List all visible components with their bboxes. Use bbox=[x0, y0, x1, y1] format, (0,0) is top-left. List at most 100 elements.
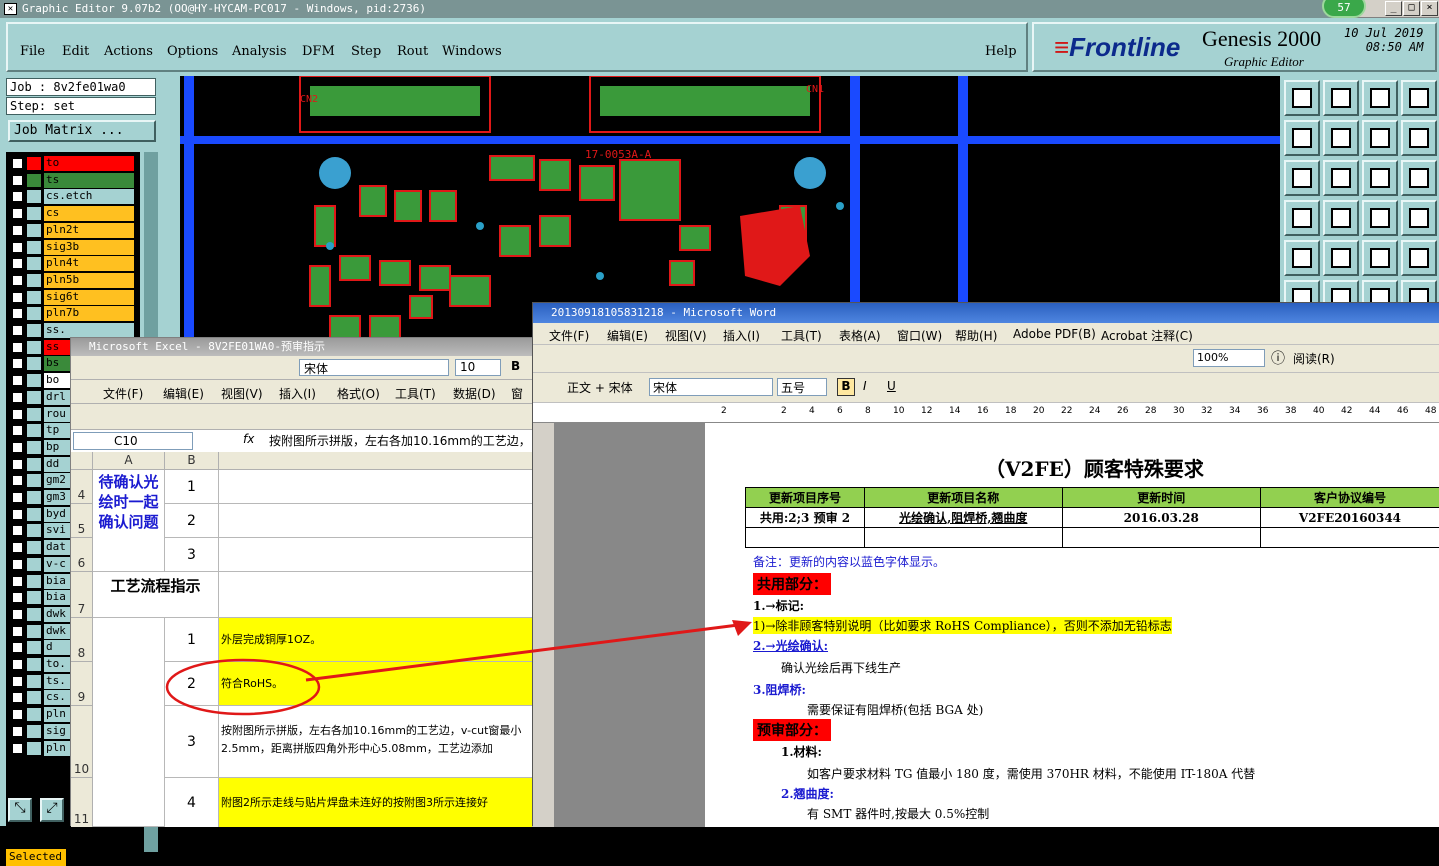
menu-windows[interactable]: Windows bbox=[442, 44, 502, 59]
layer-row[interactable]: cs bbox=[10, 206, 134, 222]
word-menu-file[interactable]: 文件(F) bbox=[549, 327, 589, 344]
word-menu-window[interactable]: 窗口(W) bbox=[897, 327, 942, 344]
name-box[interactable]: C10 bbox=[73, 432, 193, 450]
bold-button[interactable]: B bbox=[837, 378, 855, 396]
cell-b[interactable]: 4 bbox=[165, 778, 219, 827]
tool-button-icon[interactable] bbox=[1362, 80, 1398, 116]
layer-name[interactable]: pln7b bbox=[44, 306, 134, 322]
layer-checkbox[interactable] bbox=[12, 475, 23, 487]
excel-menu-edit[interactable]: 编辑(E) bbox=[163, 385, 204, 402]
layer-row[interactable]: sig3b bbox=[10, 239, 134, 255]
cell-c[interactable] bbox=[219, 538, 533, 572]
merged-cell-a-empty[interactable] bbox=[93, 618, 165, 827]
layer-checkbox[interactable] bbox=[12, 291, 23, 303]
layer-checkbox[interactable] bbox=[12, 158, 23, 169]
layer-name[interactable]: ts bbox=[44, 172, 134, 188]
merged-cell-a-pending[interactable]: 待确认光绘时一起确认问题 bbox=[93, 470, 165, 572]
layer-name[interactable]: pln2t bbox=[44, 222, 134, 238]
excel-menu-view[interactable]: 视图(V) bbox=[221, 385, 263, 402]
col-header-b[interactable]: B bbox=[165, 452, 219, 470]
reading-mode-button[interactable]: 阅读(R) bbox=[1293, 350, 1335, 367]
menu-rout[interactable]: Rout bbox=[397, 44, 428, 59]
excel-menu-insert[interactable]: 插入(I) bbox=[279, 385, 316, 402]
tool-button-icon[interactable] bbox=[1284, 120, 1320, 156]
row-header[interactable]: 11 bbox=[71, 778, 93, 827]
layer-name[interactable]: to bbox=[44, 156, 134, 171]
excel-font-select[interactable]: 宋体 bbox=[299, 359, 449, 376]
menu-step[interactable]: Step bbox=[351, 44, 381, 59]
tool-button-icon[interactable] bbox=[1362, 160, 1398, 196]
layer-checkbox[interactable] bbox=[12, 492, 23, 503]
close-button[interactable]: × bbox=[1421, 1, 1438, 16]
tool-button-icon[interactable] bbox=[1362, 200, 1398, 236]
excel-menu-format[interactable]: 格式(O) bbox=[337, 385, 380, 402]
layer-name[interactable]: cs.etch bbox=[44, 189, 134, 205]
word-menu-help[interactable]: 帮助(H) bbox=[955, 327, 997, 344]
word-ruler[interactable]: 2 2 4 6 8 10 12 14 16 18 20 22 24 26 28 30 32 34 36 38 40 42 4… bbox=[533, 403, 1439, 423]
layer-checkbox[interactable] bbox=[12, 358, 23, 370]
row-header[interactable]: 9 bbox=[71, 662, 93, 706]
cell-b[interactable]: 1 bbox=[165, 470, 219, 504]
row-header[interactable]: 10 bbox=[71, 706, 93, 778]
layer-checkbox[interactable] bbox=[12, 241, 23, 253]
layer-name[interactable]: sig3b bbox=[44, 239, 134, 255]
menu-analysis[interactable]: Analysis bbox=[232, 44, 287, 59]
style-select[interactable]: 正文 + 宋体 bbox=[567, 379, 643, 396]
layer-checkbox[interactable] bbox=[12, 341, 23, 353]
layer-name[interactable]: pln4t bbox=[44, 256, 134, 272]
zoom-select[interactable]: 100% bbox=[1193, 349, 1265, 367]
layer-checkbox[interactable] bbox=[12, 692, 23, 704]
excel-menu-data[interactable]: 数据(D) bbox=[453, 385, 496, 402]
excel-size-select[interactable]: 10 bbox=[455, 359, 501, 376]
layer-checkbox[interactable] bbox=[12, 208, 23, 220]
row-header[interactable]: 5 bbox=[71, 504, 93, 538]
layer-row[interactable]: pln5b bbox=[10, 272, 134, 288]
menu-options[interactable]: Options bbox=[167, 44, 218, 59]
tool-button-icon[interactable] bbox=[1323, 80, 1359, 116]
layer-checkbox[interactable] bbox=[12, 742, 23, 754]
cell-b[interactable]: 3 bbox=[165, 538, 219, 572]
tool-button-icon[interactable] bbox=[1401, 160, 1437, 196]
tool-button-icon[interactable] bbox=[1362, 120, 1398, 156]
menu-actions[interactable]: Actions bbox=[104, 44, 153, 59]
font-select[interactable]: 宋体 bbox=[649, 378, 773, 396]
zoom-area-icon[interactable]: ⤢ bbox=[40, 798, 64, 822]
cell-c[interactable]: 附图2所示走线与贴片焊盘未连好的按附图3所示连接好 bbox=[219, 778, 533, 827]
layer-checkbox[interactable] bbox=[12, 625, 23, 637]
layer-name[interactable]: cs bbox=[44, 206, 134, 222]
excel-menu-tools[interactable]: 工具(T) bbox=[395, 385, 436, 402]
layer-row[interactable]: sig6t bbox=[10, 289, 134, 305]
layer-checkbox[interactable] bbox=[12, 558, 23, 570]
layer-row[interactable]: ts bbox=[10, 172, 134, 188]
word-menu-adobe[interactable]: Adobe PDF(B) bbox=[1013, 327, 1096, 341]
underline-button[interactable]: U bbox=[887, 379, 896, 393]
layer-checkbox[interactable] bbox=[12, 308, 23, 320]
layer-row[interactable]: pln7b bbox=[10, 306, 134, 322]
layer-checkbox[interactable] bbox=[12, 592, 23, 604]
layer-row[interactable]: to bbox=[10, 156, 134, 171]
layer-row[interactable]: pln2t bbox=[10, 222, 134, 238]
document-page[interactable]: （V2FE）顾客特殊要求 更新项目序号 更新项目名称 更新时间 客户协议编号 共… bbox=[705, 423, 1439, 827]
tool-button-icon[interactable] bbox=[1401, 240, 1437, 276]
layer-checkbox[interactable] bbox=[12, 575, 23, 587]
word-menu-table[interactable]: 表格(A) bbox=[839, 327, 881, 344]
tool-button-icon[interactable] bbox=[1323, 240, 1359, 276]
excel-menu-file[interactable]: 文件(F) bbox=[103, 385, 143, 402]
job-matrix-button[interactable]: Job Matrix ... bbox=[8, 120, 156, 142]
cell-b[interactable]: 2 bbox=[165, 504, 219, 538]
word-menu-acrobat[interactable]: Acrobat 注释(C) bbox=[1101, 327, 1193, 344]
cell-c[interactable] bbox=[219, 470, 533, 504]
layer-checkbox[interactable] bbox=[12, 441, 23, 453]
col-header-c[interactable] bbox=[219, 452, 533, 470]
maximize-button[interactable]: □ bbox=[1403, 1, 1420, 16]
layer-checkbox[interactable] bbox=[12, 725, 23, 737]
tool-button-icon[interactable] bbox=[1284, 160, 1320, 196]
tool-button-icon[interactable] bbox=[1284, 240, 1320, 276]
layer-row[interactable]: cs.etch bbox=[10, 189, 134, 205]
layer-checkbox[interactable] bbox=[12, 191, 23, 203]
tool-button-icon[interactable] bbox=[1401, 120, 1437, 156]
minimize-button[interactable]: _ bbox=[1385, 1, 1402, 16]
layer-row[interactable]: ss. bbox=[10, 323, 134, 338]
layer-name[interactable]: pln5b bbox=[44, 272, 134, 288]
menu-dfm[interactable]: DFM bbox=[302, 44, 335, 59]
